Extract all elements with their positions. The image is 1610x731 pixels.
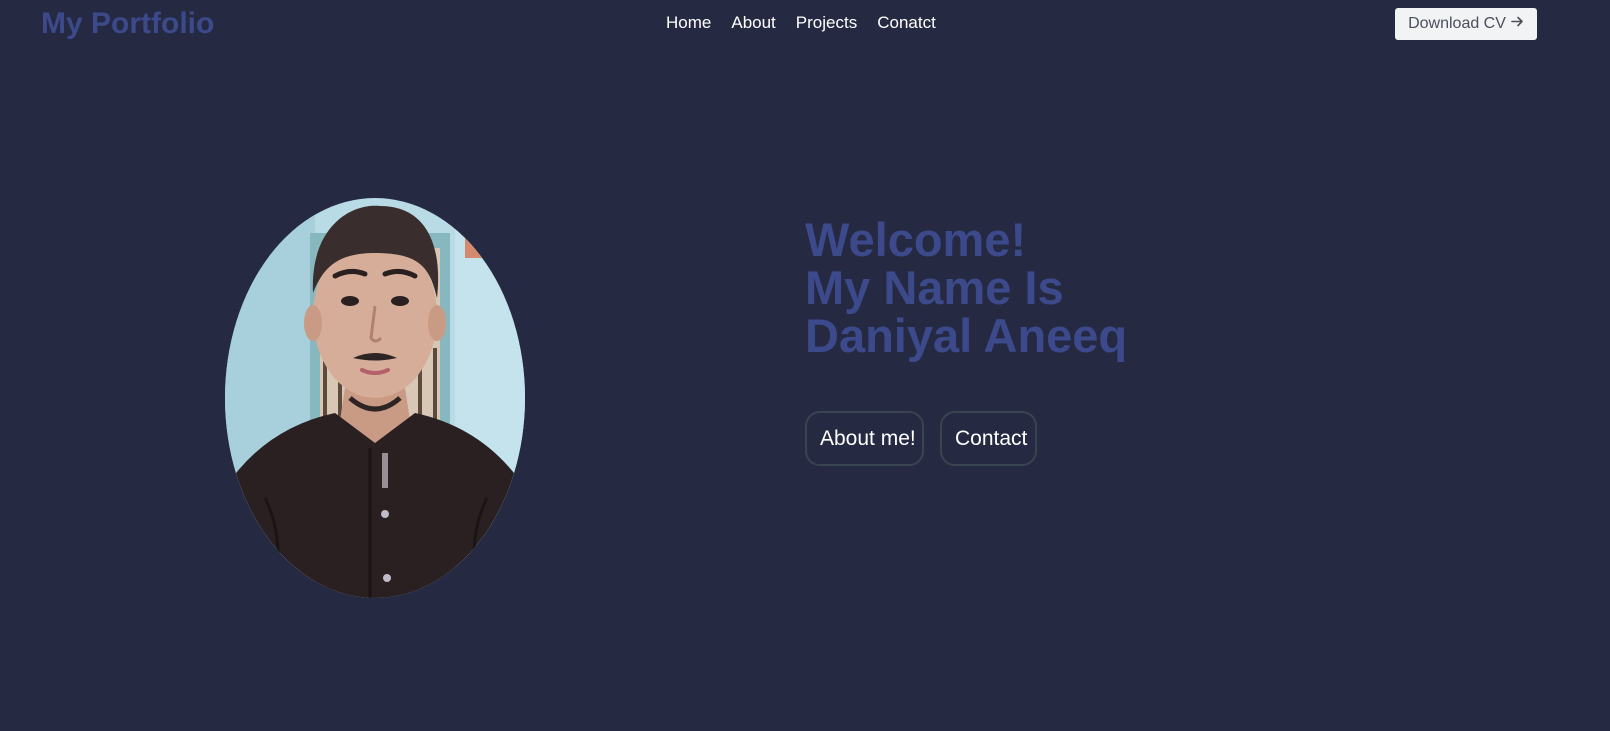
main-nav: Home About Projects Conatct	[666, 12, 956, 34]
download-cv-label: Download CV	[1408, 15, 1506, 32]
arrow-right-icon	[1511, 15, 1524, 33]
site-logo[interactable]: My Portfolio	[41, 6, 214, 42]
contact-button[interactable]: Contact	[940, 411, 1037, 466]
portfolio-page: My Portfolio Home About Projects Conatct…	[0, 0, 1610, 731]
headline-line-welcome: Welcome!	[805, 213, 1027, 266]
nav-link-contact[interactable]: Conatct	[877, 12, 936, 34]
profile-photo	[225, 198, 525, 598]
nav-link-about[interactable]: About	[731, 12, 775, 34]
about-me-button[interactable]: About me!	[805, 411, 924, 466]
headline-line-name: Daniyal Aneeq	[805, 309, 1128, 362]
headline-line-name-is: My Name Is	[805, 261, 1064, 314]
download-cv-button[interactable]: Download CV	[1395, 8, 1537, 40]
nav-link-home[interactable]: Home	[666, 12, 711, 34]
nav-link-projects[interactable]: Projects	[796, 12, 857, 34]
hero-headline: Welcome! My Name Is Daniyal Aneeq	[805, 216, 1127, 360]
